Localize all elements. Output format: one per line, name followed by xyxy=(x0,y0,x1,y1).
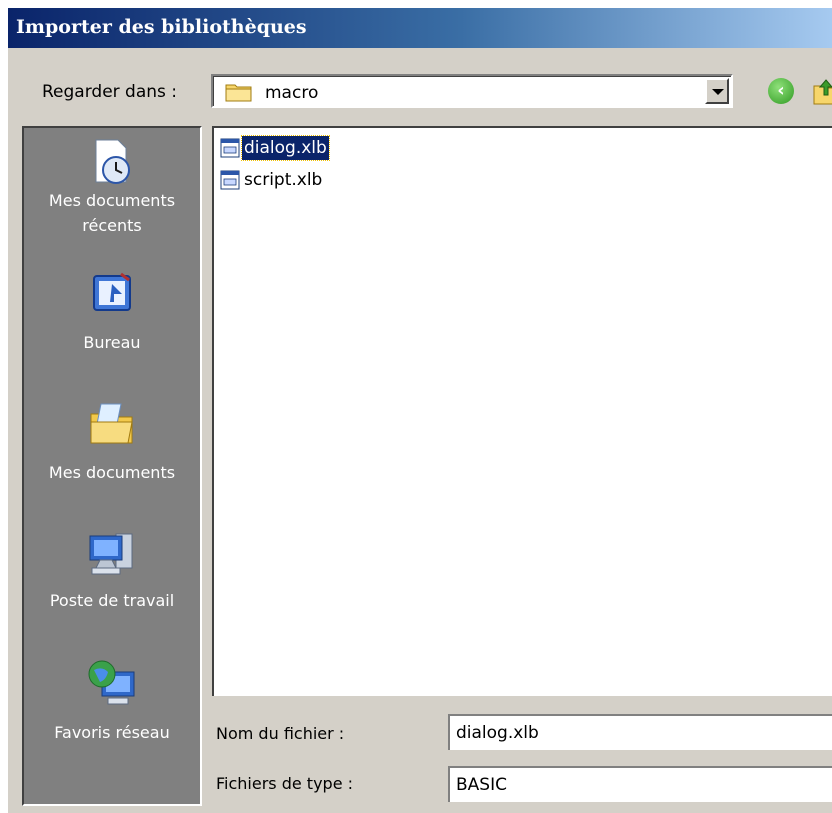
filename-input[interactable]: dialog.xlb xyxy=(448,714,832,750)
place-my-computer[interactable]: Poste de travail xyxy=(24,530,200,613)
library-file-icon xyxy=(220,170,240,190)
place-my-documents[interactable]: Mes documents xyxy=(24,398,200,485)
my-documents-icon xyxy=(90,403,133,444)
filetype-select[interactable]: BASIC xyxy=(448,766,832,802)
library-file-icon xyxy=(220,138,240,158)
folder-up-icon[interactable] xyxy=(812,76,832,106)
place-desktop[interactable]: Bureau xyxy=(24,270,200,355)
file-list[interactable]: dialog.xlb script.xlb xyxy=(212,126,832,696)
import-libraries-dialog: Importer des bibliothèques Regarder dans… xyxy=(8,8,832,813)
place-recent-documents[interactable]: Mes documents récents xyxy=(24,136,200,238)
place-network-places[interactable]: Favoris réseau xyxy=(24,658,200,745)
filename-value: dialog.xlb xyxy=(456,723,539,743)
filetype-value: BASIC xyxy=(456,775,507,795)
filetype-label: Fichiers de type : xyxy=(216,774,354,793)
look-in-label: Regarder dans : xyxy=(42,82,178,102)
folder-icon xyxy=(225,84,252,102)
back-arrow-icon[interactable]: ‹ xyxy=(768,78,794,104)
look-in-value: macro xyxy=(265,83,319,103)
look-in-dropdown-button[interactable] xyxy=(705,78,729,104)
filename-label: Nom du fichier : xyxy=(216,724,345,743)
my-computer-icon xyxy=(89,533,133,575)
look-in-combobox[interactable]: macro xyxy=(211,74,733,108)
places-bar: Mes documents récents Bureau Mes documen… xyxy=(22,126,202,806)
network-places-icon xyxy=(88,660,135,705)
chevron-down-icon xyxy=(712,89,724,95)
desktop-icon xyxy=(93,272,131,311)
dialog-title: Importer des bibliothèques xyxy=(16,16,307,38)
recent-documents-icon xyxy=(95,139,130,184)
title-bar[interactable]: Importer des bibliothèques xyxy=(8,8,832,48)
